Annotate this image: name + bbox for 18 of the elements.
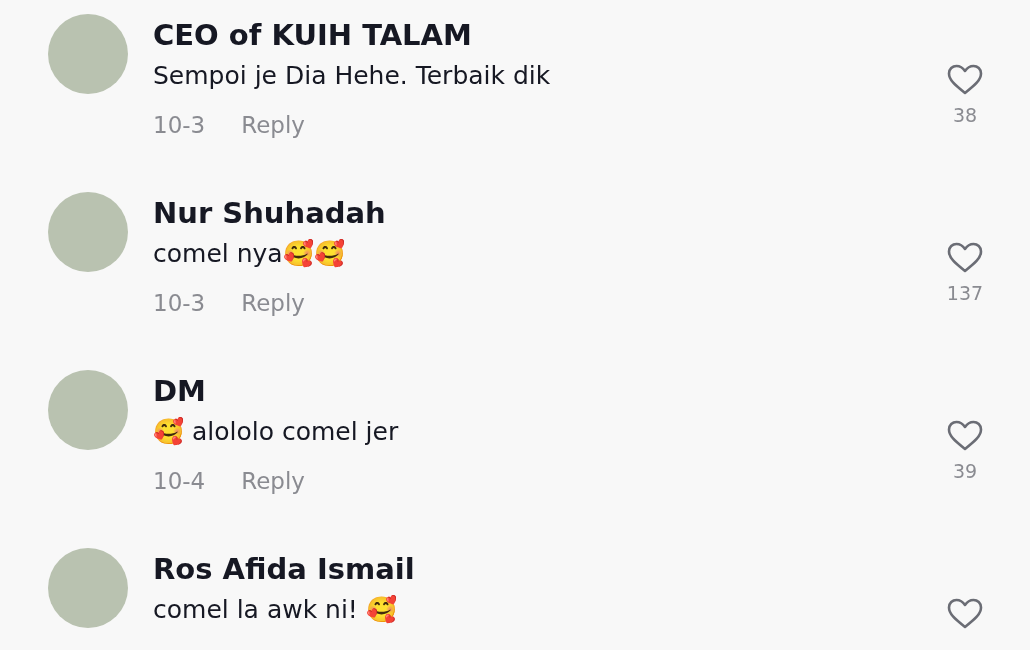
comment-text: Sempoi je Dia Hehe. Terbaik dik [153, 60, 552, 92]
heart-icon[interactable] [947, 598, 983, 630]
like-count: 38 [952, 104, 978, 126]
username[interactable]: DM [153, 373, 930, 409]
heart-icon[interactable] [947, 64, 983, 96]
heart-icon[interactable] [947, 420, 983, 452]
like-count: 39 [952, 460, 978, 482]
username[interactable]: Ros Afida Ismail [153, 551, 930, 587]
comment-date: 10-3 [153, 290, 206, 316]
comment-date: 10-3 [153, 112, 206, 138]
username[interactable]: CEO of KUIH TALAM [153, 17, 930, 53]
comment-text: comel nya🥰🥰 [153, 238, 346, 270]
comment-text: comel la awk ni! 🥰 [153, 594, 398, 626]
comment-text: 🥰 alololo comel jer [153, 416, 400, 448]
like-count: 137 [946, 282, 984, 304]
heart-icon[interactable] [947, 242, 983, 274]
comment-date: 10-4 [153, 468, 206, 494]
username[interactable]: Nur Shuhadah [153, 195, 930, 231]
